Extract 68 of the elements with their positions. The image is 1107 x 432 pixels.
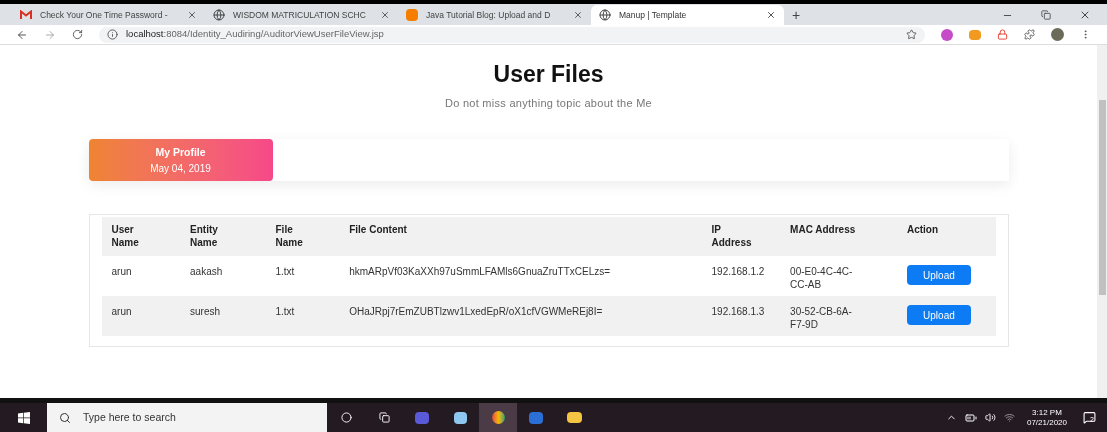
avatar-icon[interactable] — [1051, 28, 1064, 41]
close-icon[interactable] — [766, 10, 776, 20]
table-cell-text: 1.txt — [275, 305, 296, 319]
tab-title: WISDOM MATRICULATION SCHC — [233, 8, 367, 22]
profile-date: May 04, 2019 — [150, 161, 211, 176]
close-icon[interactable] — [573, 10, 583, 20]
windows-icon — [17, 411, 30, 424]
tab-title: Java Tutorial Blog: Upload and D — [426, 8, 552, 22]
table-cell-text: 192.168.1.2 — [711, 265, 766, 279]
star-icon[interactable] — [906, 29, 917, 40]
blog-icon — [406, 9, 418, 21]
table-cell-text: 30-52-CB-6A-F7-9D — [790, 305, 853, 332]
globe-icon — [213, 9, 225, 21]
task-view-icon[interactable] — [378, 412, 390, 423]
close-icon[interactable] — [187, 10, 197, 20]
column-header: MAC Address — [790, 223, 857, 237]
browser-tab[interactable]: Java Tutorial Blog: Upload and D — [398, 5, 591, 25]
reload-icon[interactable] — [72, 29, 83, 40]
globe-icon — [599, 9, 611, 21]
close-icon[interactable] — [380, 10, 390, 20]
upload-button[interactable]: Upload — [906, 265, 971, 286]
tab-title: Check Your One Time Password - — [40, 8, 169, 22]
table-cell-text: 1.txt — [275, 265, 296, 279]
taskbar-search-field[interactable]: Type here to search — [47, 403, 327, 432]
table-cell-text: hkmARpVf03KaXXh97uSmmLFAMls6GnuaZruTTxCELzs= — [349, 265, 612, 279]
close-icon[interactable] — [1079, 9, 1091, 21]
table-cell-text: suresh — [190, 305, 222, 319]
browser-tab[interactable]: Manup | Template — [591, 5, 784, 25]
browser-icon[interactable] — [491, 411, 505, 424]
lock-icon[interactable] — [997, 29, 1008, 40]
search-placeholder: Type here to search — [83, 409, 176, 425]
table-cell-text: aakash — [190, 265, 224, 279]
column-header: IP Address — [711, 223, 752, 250]
table-cell-text: arun — [111, 305, 133, 319]
volume-icon[interactable] — [984, 412, 996, 423]
clock-date[interactable]: 07/21/2020 — [1026, 417, 1067, 428]
battery-icon[interactable] — [964, 411, 977, 424]
table-cell-text: OHaJRpj7rEmZUBTlzwv1LxedEpR/oX1cfVGWMeREj8I= — [349, 305, 604, 319]
column-header: File Name — [275, 223, 304, 250]
browser-tab[interactable]: WISDOM MATRICULATION SCHC — [205, 5, 398, 25]
page-title: User Files — [493, 60, 604, 89]
folder-icon[interactable] — [566, 412, 582, 423]
address-bar[interactable]: localhost:8084/Identity_Audiring/AuditorViewUserFileView.jsp — [99, 26, 925, 43]
tab-title: Manup | Template — [619, 8, 688, 22]
new-tab-button[interactable]: + — [784, 5, 809, 25]
app-icon[interactable] — [453, 411, 467, 424]
profile-label: My Profile — [155, 144, 206, 160]
table-cell-text: 00-E0-4C-4C-CC-AB — [790, 265, 854, 292]
column-header: File Content — [349, 223, 408, 237]
mail-icon — [20, 10, 32, 20]
clock-time[interactable]: 3:12 PM — [1032, 407, 1062, 418]
restore-icon[interactable] — [1041, 10, 1051, 20]
column-header: Action — [906, 223, 940, 237]
column-header: User Name — [111, 223, 140, 250]
browser-tab[interactable]: Check Your One Time Password - — [12, 5, 205, 25]
search-icon — [59, 411, 71, 424]
url-text: localhost:8084/Identity_Audiring/AuditorViewUserFileView.jsp — [126, 27, 384, 42]
extensions-icon[interactable] — [1024, 29, 1035, 40]
table-cell-text: 192.168.1.3 — [711, 305, 766, 319]
info-icon — [107, 29, 118, 40]
wifi-icon[interactable] — [1003, 412, 1015, 423]
table-cell-text: arun — [111, 265, 133, 279]
cortana-icon[interactable] — [340, 412, 352, 423]
back-icon[interactable] — [16, 28, 28, 41]
column-header: Entity Name — [190, 223, 219, 250]
page-subtitle: Do not miss anything topic about the Me — [445, 95, 652, 111]
scrollbar[interactable] — [1097, 45, 1107, 398]
upload-button[interactable]: Upload — [906, 305, 971, 326]
